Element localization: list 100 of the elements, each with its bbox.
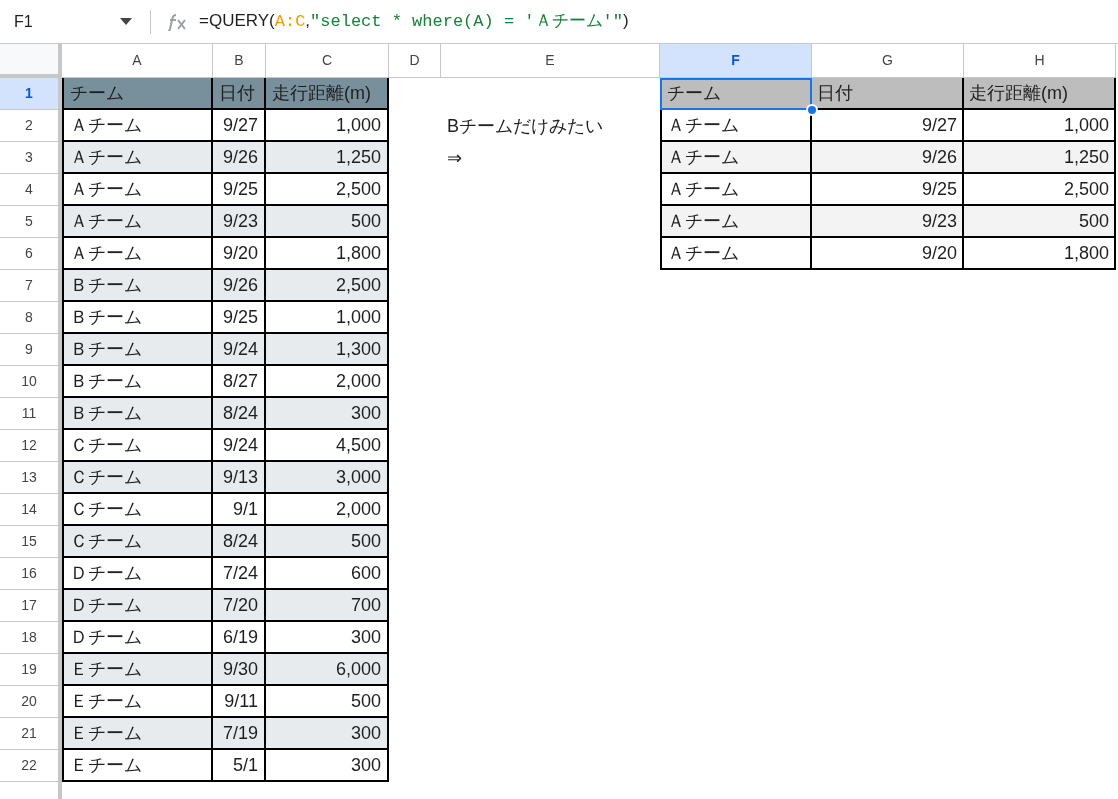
row-header[interactable]: 11 [0, 398, 62, 430]
header-cell: 日付 [213, 78, 266, 110]
row-header[interactable]: 1 [0, 78, 62, 110]
table-cell: 5/1 [213, 750, 266, 782]
table-cell: Ａチーム [62, 206, 213, 238]
header-cell: 日付 [812, 78, 964, 110]
table-cell: 1,250 [266, 142, 389, 174]
table-cell: Ｂチーム [62, 302, 213, 334]
column-header[interactable]: F [660, 44, 812, 78]
row-header[interactable]: 15 [0, 526, 62, 558]
table-cell: 300 [266, 750, 389, 782]
formula-text[interactable]: =QUERY(A:C,"select * where(A) = 'Ａチーム'") [199, 8, 629, 35]
note-text: Bチームだけみたい [447, 114, 603, 138]
table-cell: 9/24 [213, 334, 266, 366]
table-cell: 7/24 [213, 558, 266, 590]
row-header[interactable]: 12 [0, 430, 62, 462]
row-header[interactable]: 18 [0, 622, 62, 654]
column-header[interactable]: G [812, 44, 964, 78]
table-cell: Ｄチーム [62, 558, 213, 590]
table-cell: 1,250 [964, 142, 1116, 174]
table-cell: Ｄチーム [62, 590, 213, 622]
table-cell: Ｃチーム [62, 494, 213, 526]
dropdown-caret-icon[interactable] [120, 18, 132, 25]
header-cell: 走行距離(m) [266, 78, 389, 110]
table-cell: 500 [266, 526, 389, 558]
row-header[interactable]: 6 [0, 238, 62, 270]
table-cell: Ａチーム [62, 142, 213, 174]
table-cell: 7/19 [213, 718, 266, 750]
table-cell: 9/11 [213, 686, 266, 718]
table-cell: 8/24 [213, 398, 266, 430]
table-cell: 2,000 [266, 494, 389, 526]
fill-handle[interactable] [806, 104, 818, 116]
row-header[interactable]: 10 [0, 366, 62, 398]
row-header[interactable]: 9 [0, 334, 62, 366]
column-header[interactable]: D [389, 44, 441, 78]
note-text: ⇒ [447, 146, 462, 170]
table-cell: Ｅチーム [62, 718, 213, 750]
row-header[interactable]: 5 [0, 206, 62, 238]
row-header[interactable]: 14 [0, 494, 62, 526]
table-cell: 9/26 [213, 142, 266, 174]
table-cell: 9/1 [213, 494, 266, 526]
table-cell: 8/27 [213, 366, 266, 398]
row-header[interactable]: 22 [0, 750, 62, 782]
table-cell: Ａチーム [62, 238, 213, 270]
table-cell: Ｂチーム [62, 366, 213, 398]
row-header[interactable]: 13 [0, 462, 62, 494]
table-cell: 9/25 [213, 302, 266, 334]
table-cell: 300 [266, 398, 389, 430]
table-cell: 9/20 [213, 238, 266, 270]
table-cell: Ａチーム [660, 110, 812, 142]
table-cell: Ａチーム [62, 174, 213, 206]
table-cell: Ｅチーム [62, 654, 213, 686]
table-cell: 1,000 [266, 110, 389, 142]
table-cell: 500 [266, 686, 389, 718]
row-header[interactable]: 16 [0, 558, 62, 590]
table-cell: 2,000 [266, 366, 389, 398]
column-header[interactable]: B [213, 44, 266, 78]
table-cell: 6/19 [213, 622, 266, 654]
table-cell: 3,000 [266, 462, 389, 494]
row-header[interactable]: 17 [0, 590, 62, 622]
column-header[interactable]: C [266, 44, 389, 78]
table-cell: 9/26 [812, 142, 964, 174]
table-cell: 300 [266, 718, 389, 750]
table-cell: Ｃチーム [62, 462, 213, 494]
table-cell: 9/30 [213, 654, 266, 686]
table-cell: Ｃチーム [62, 526, 213, 558]
row-header[interactable]: 2 [0, 110, 62, 142]
table-cell: 1,000 [964, 110, 1116, 142]
table-cell: 300 [266, 622, 389, 654]
table-cell: Ｂチーム [62, 334, 213, 366]
table-cell: Ｄチーム [62, 622, 213, 654]
row-header[interactable]: 7 [0, 270, 62, 302]
table-cell: 700 [266, 590, 389, 622]
table-cell: 7/20 [213, 590, 266, 622]
header-cell: チーム [62, 78, 213, 110]
column-header[interactable]: A [62, 44, 213, 78]
row-header[interactable]: 20 [0, 686, 62, 718]
table-cell: 600 [266, 558, 389, 590]
row-header[interactable]: 21 [0, 718, 62, 750]
table-cell: Ｅチーム [62, 686, 213, 718]
table-cell: 6,000 [266, 654, 389, 686]
table-cell: 1,800 [266, 238, 389, 270]
row-header[interactable]: 3 [0, 142, 62, 174]
row-header[interactable]: 4 [0, 174, 62, 206]
table-cell: Ａチーム [62, 110, 213, 142]
table-cell: 9/26 [213, 270, 266, 302]
row-header[interactable]: 8 [0, 302, 62, 334]
table-cell: Ｂチーム [62, 270, 213, 302]
table-cell: Ａチーム [660, 206, 812, 238]
row-header[interactable]: 19 [0, 654, 62, 686]
table-cell: 9/13 [213, 462, 266, 494]
table-cell: 9/20 [812, 238, 964, 270]
name-box[interactable]: F1 [14, 9, 33, 34]
table-cell: 9/23 [812, 206, 964, 238]
column-header[interactable]: H [964, 44, 1116, 78]
table-cell: Ａチーム [660, 174, 812, 206]
table-cell: Ａチーム [660, 142, 812, 174]
column-header[interactable]: E [441, 44, 660, 78]
table-cell: Ａチーム [660, 238, 812, 270]
table-cell: 1,000 [266, 302, 389, 334]
